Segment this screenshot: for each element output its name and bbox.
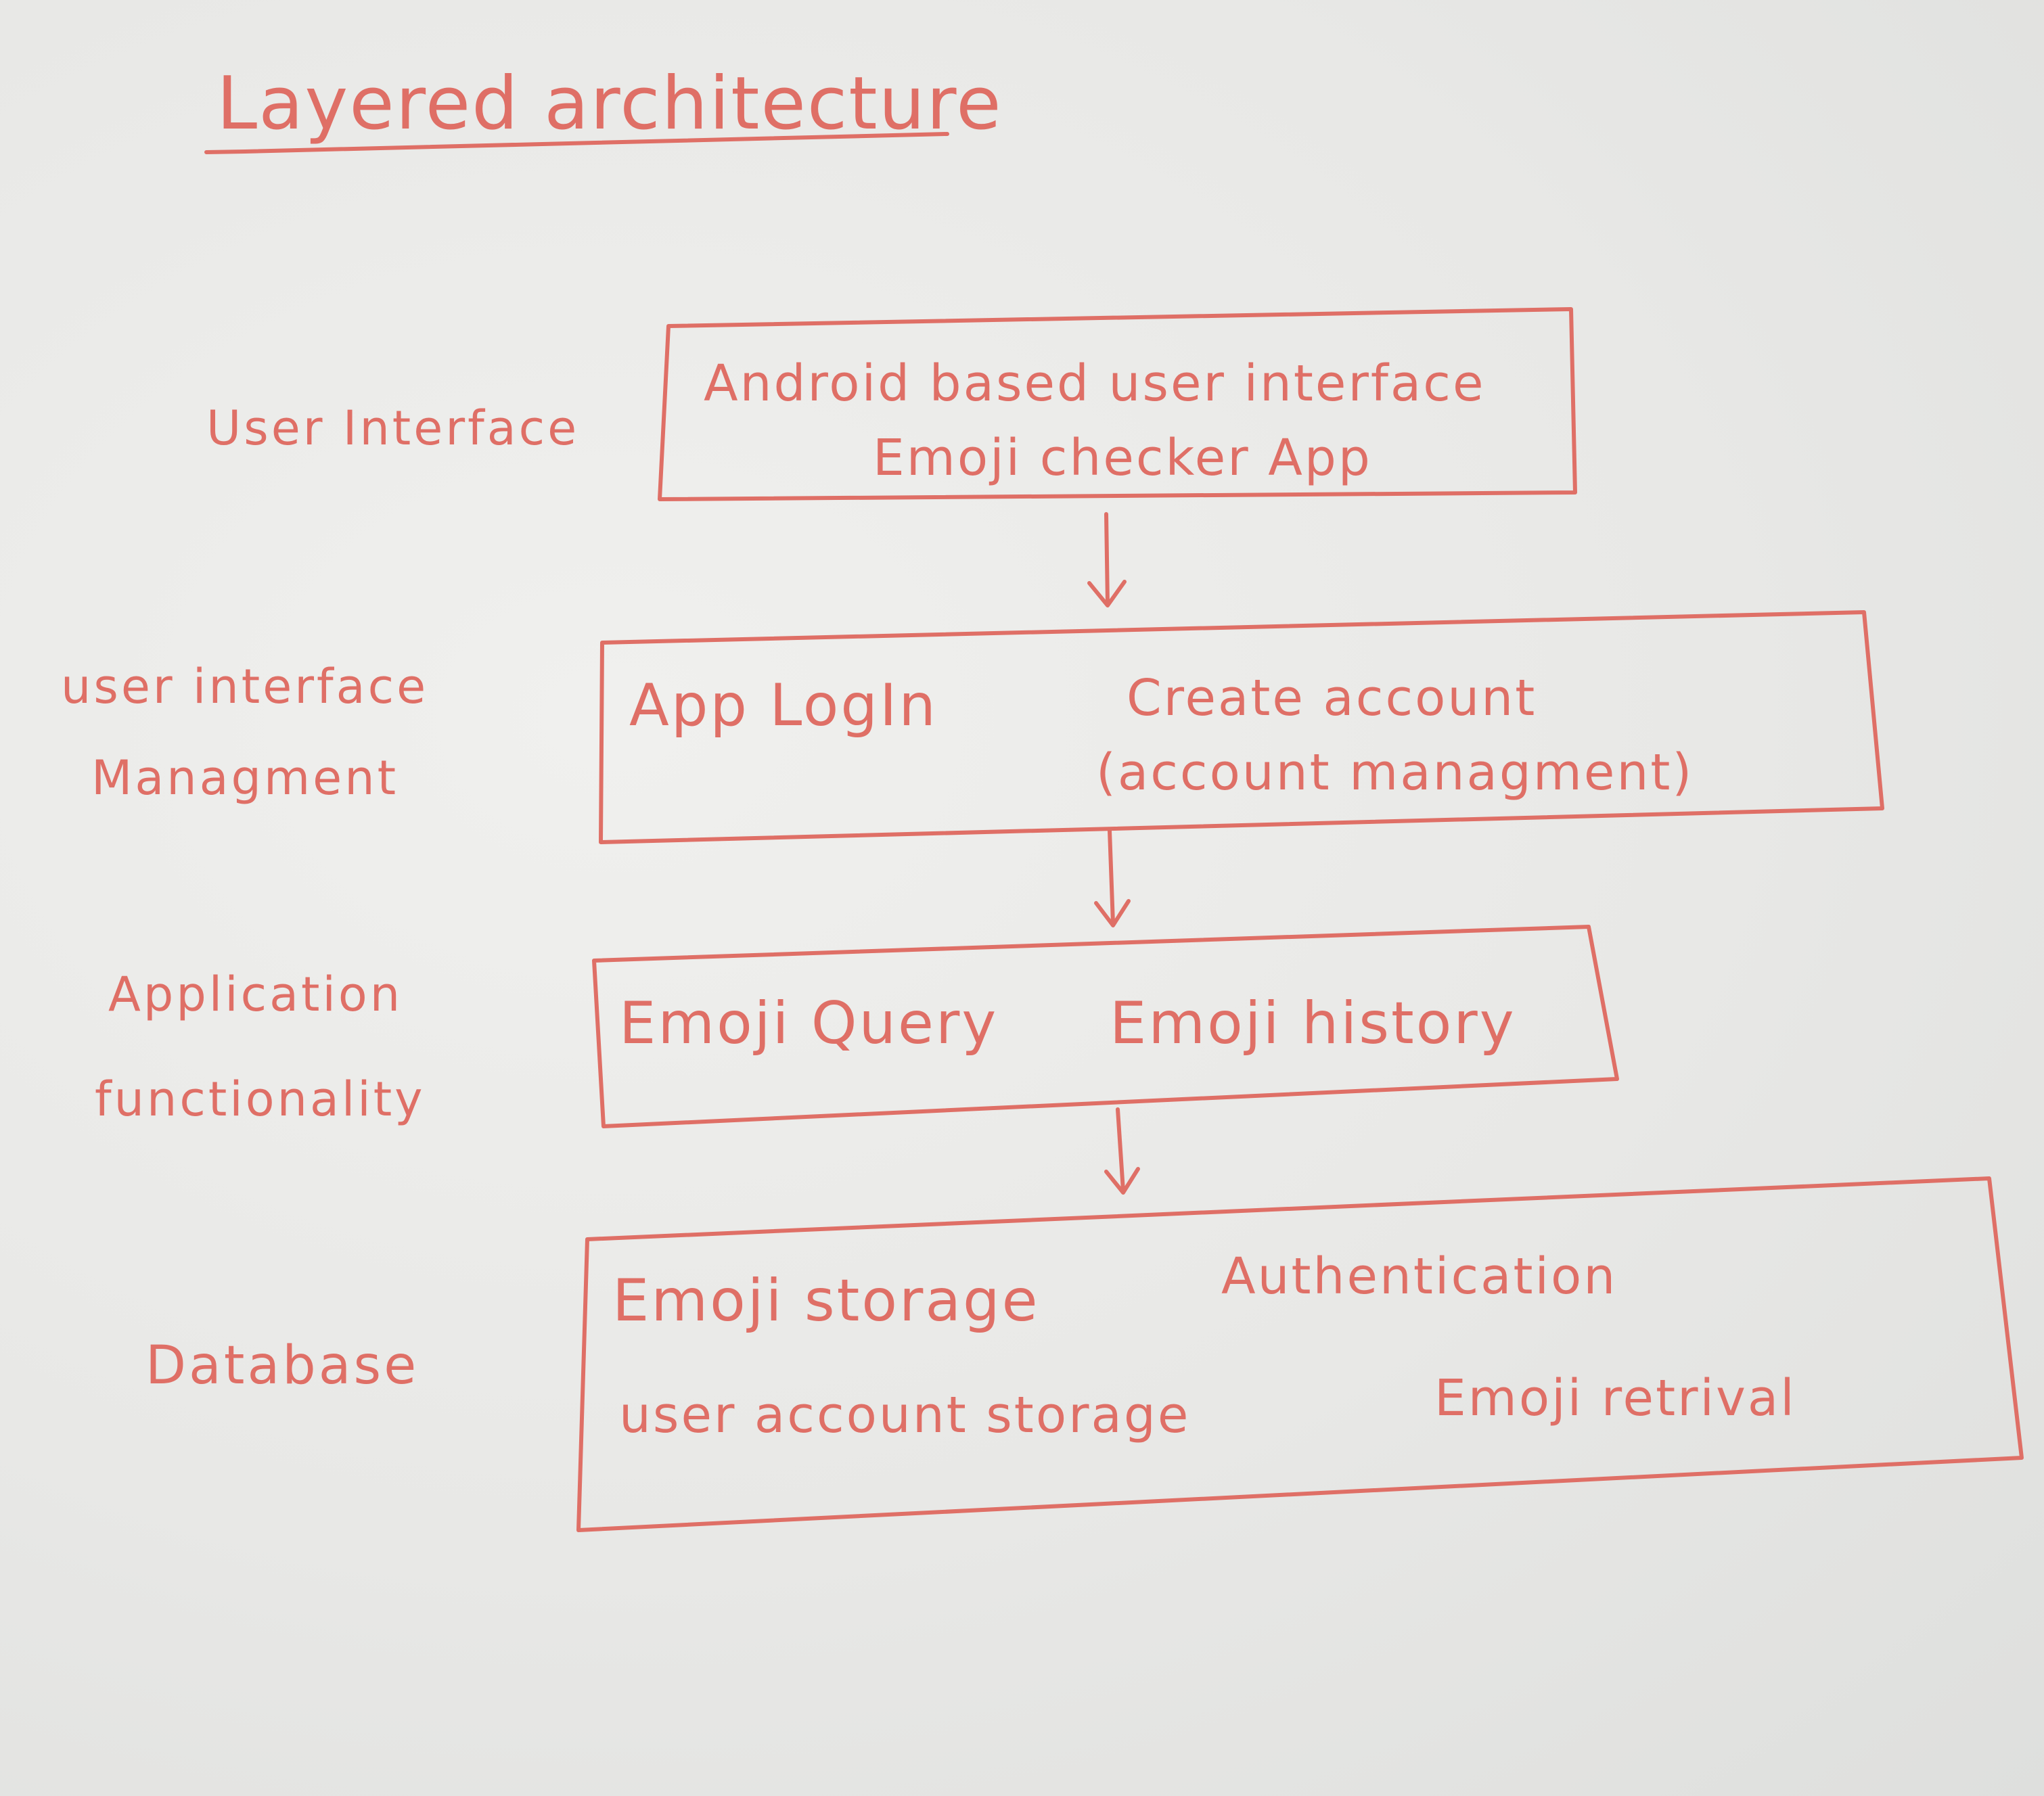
layer-label-ui-management-line2: Managment (91, 750, 399, 806)
layer-label-app-functionality-line2: functionality (95, 1072, 426, 1127)
arrow-shaft-1 (1104, 512, 1110, 605)
uim-item-app-login: App LogIn (629, 672, 938, 739)
af-item-emoji-query: Emoji Query (619, 990, 999, 1057)
db-item-user-account-storage: user account storage (619, 1386, 1191, 1444)
db-item-authentication: Authentication (1221, 1247, 1618, 1306)
diagram-lines (204, 132, 2024, 1532)
layer-box-database (576, 1176, 2024, 1532)
arrow-shaft-3 (1116, 1107, 1125, 1193)
uim-item-create-account: Create account (1127, 669, 1537, 727)
db-item-emoji-storage: Emoji storage (612, 1267, 1040, 1335)
arrow-shaft-2 (1108, 829, 1115, 925)
layer-label-database: Database (145, 1335, 419, 1396)
af-item-emoji-history: Emoji history (1110, 990, 1516, 1057)
db-item-emoji-retrival: Emoji retrival (1434, 1369, 1796, 1427)
ui-item-android-interface: Android based user interface (704, 354, 1486, 413)
uim-item-account-management: (account managment) (1096, 743, 1694, 802)
layer-label-user-interface: User Interface (206, 400, 580, 456)
layer-label-ui-management-line1: user interface (61, 659, 429, 714)
ui-item-emoji-checker-app: Emoji checker App (873, 429, 1372, 487)
layer-label-app-functionality-line1: Application (108, 967, 403, 1022)
diagram-title: Layered architecture (217, 62, 1003, 146)
